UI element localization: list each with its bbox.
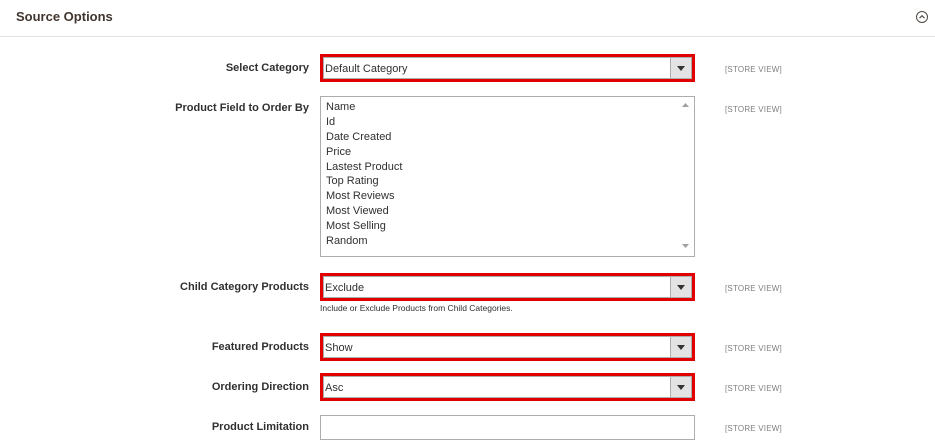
child-category-products-scope: [STORE VIEW] bbox=[725, 284, 782, 293]
option-list: Name Id Date Created Price Lastest Produ… bbox=[321, 97, 694, 249]
featured-products-label: Featured Products bbox=[211, 341, 309, 353]
option-top-rating[interactable]: Top Rating bbox=[326, 174, 694, 189]
option-date-created[interactable]: Date Created bbox=[326, 130, 694, 145]
section-header[interactable]: Source Options bbox=[0, 0, 935, 36]
product-field-order-label: Product Field to Order By bbox=[175, 102, 309, 114]
child-category-products-note: Include or Exclude Products from Child C… bbox=[320, 303, 513, 313]
option-lastest-product[interactable]: Lastest Product bbox=[326, 160, 694, 175]
option-random[interactable]: Random bbox=[326, 234, 694, 249]
scroll-up-arrow-icon[interactable] bbox=[682, 103, 689, 107]
featured-products-dropdown[interactable]: Show bbox=[320, 333, 695, 361]
option-price[interactable]: Price bbox=[326, 145, 694, 160]
collapse-up-circle-icon[interactable] bbox=[916, 11, 928, 23]
product-limitation-scope: [STORE VIEW] bbox=[725, 424, 782, 433]
select-category-label: Select Category bbox=[225, 62, 309, 74]
chevron-down-icon[interactable] bbox=[670, 58, 691, 78]
product-limitation-label: Product Limitation bbox=[211, 421, 309, 433]
select-category-value: Default Category bbox=[325, 63, 408, 75]
product-field-order-scope: [STORE VIEW] bbox=[725, 105, 782, 114]
option-name[interactable]: Name bbox=[326, 100, 694, 115]
ordering-direction-dropdown[interactable]: Asc bbox=[320, 373, 695, 401]
select-category-scope: [STORE VIEW] bbox=[725, 65, 782, 74]
scroll-down-arrow-icon[interactable] bbox=[682, 244, 689, 248]
ordering-direction-value: Asc bbox=[325, 382, 344, 394]
product-field-order-listbox[interactable]: Name Id Date Created Price Lastest Produ… bbox=[320, 96, 695, 257]
child-category-products-value: Exclude bbox=[325, 282, 365, 294]
listbox-scrollbar[interactable] bbox=[678, 97, 694, 256]
option-most-selling[interactable]: Most Selling bbox=[326, 219, 694, 234]
chevron-down-icon[interactable] bbox=[670, 337, 691, 357]
chevron-down-icon[interactable] bbox=[670, 377, 691, 397]
child-category-products-label: Child Category Products bbox=[180, 281, 309, 293]
ordering-direction-label: Ordering Direction bbox=[211, 381, 309, 393]
child-category-products-dropdown[interactable]: Exclude bbox=[320, 273, 695, 301]
section-divider bbox=[0, 36, 935, 37]
product-limitation-input[interactable] bbox=[320, 415, 695, 440]
option-most-viewed[interactable]: Most Viewed bbox=[326, 204, 694, 219]
source-options-page: Source Options Select Category Default C… bbox=[0, 0, 935, 447]
featured-products-value: Show bbox=[325, 342, 353, 354]
section-title: Source Options bbox=[16, 9, 113, 24]
select-category-dropdown[interactable]: Default Category bbox=[320, 54, 695, 82]
option-most-reviews[interactable]: Most Reviews bbox=[326, 189, 694, 204]
featured-products-scope: [STORE VIEW] bbox=[725, 344, 782, 353]
chevron-down-icon[interactable] bbox=[670, 277, 691, 297]
ordering-direction-scope: [STORE VIEW] bbox=[725, 384, 782, 393]
option-id[interactable]: Id bbox=[326, 115, 694, 130]
